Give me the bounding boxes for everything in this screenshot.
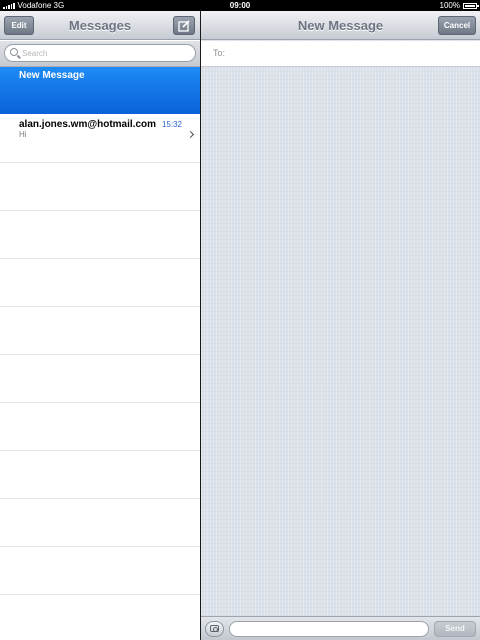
new-message-pane: New Message Cancel To: Send (201, 11, 480, 640)
recipient-input[interactable] (231, 46, 471, 60)
conversation-row[interactable]: alan.jones.wm@hotmail.com 15:32 Hi (0, 115, 200, 163)
empty-row (0, 547, 200, 595)
new-message-row[interactable]: New Message (0, 67, 200, 114)
search-icon (10, 48, 18, 56)
message-input[interactable] (236, 623, 422, 635)
message-field[interactable] (229, 621, 429, 637)
camera-button[interactable] (205, 621, 224, 637)
battery-percent: 100% (439, 1, 460, 10)
compose-button[interactable] (173, 16, 195, 35)
conversation-list-pane: Messages Edit New Message alan.jones.wm@… (0, 11, 200, 640)
battery-icon (463, 2, 479, 9)
chevron-right-icon (186, 130, 195, 139)
empty-row (0, 451, 200, 499)
empty-row (0, 211, 200, 259)
edit-button[interactable]: Edit (4, 16, 34, 35)
camera-icon (210, 625, 219, 632)
status-time: 09:00 (229, 1, 251, 10)
cancel-button[interactable]: Cancel (438, 16, 476, 35)
empty-row (0, 403, 200, 451)
empty-row (0, 499, 200, 547)
compose-bar: Send (201, 616, 480, 640)
empty-row (0, 163, 200, 211)
send-button[interactable]: Send (434, 621, 476, 637)
status-bar: Vodafone 3G 09:00 100% (0, 0, 480, 11)
messages-navbar: Messages Edit (0, 11, 200, 40)
conversation-preview: Hi (19, 130, 27, 139)
to-label: To: (213, 48, 226, 58)
empty-row (0, 355, 200, 403)
conversation-time: 15:32 (161, 120, 182, 129)
status-right: 100% (439, 0, 479, 11)
recipient-row: To: (201, 41, 480, 67)
conversation-sender: alan.jones.wm@hotmail.com (19, 119, 157, 130)
search-field[interactable] (4, 44, 196, 62)
empty-row (0, 259, 200, 307)
compose-icon (178, 20, 190, 32)
empty-row (0, 307, 200, 355)
search-input[interactable] (22, 47, 192, 59)
search-bar (0, 41, 200, 67)
new-message-label: New Message (19, 70, 85, 81)
new-message-navbar: New Message Cancel (201, 11, 480, 40)
